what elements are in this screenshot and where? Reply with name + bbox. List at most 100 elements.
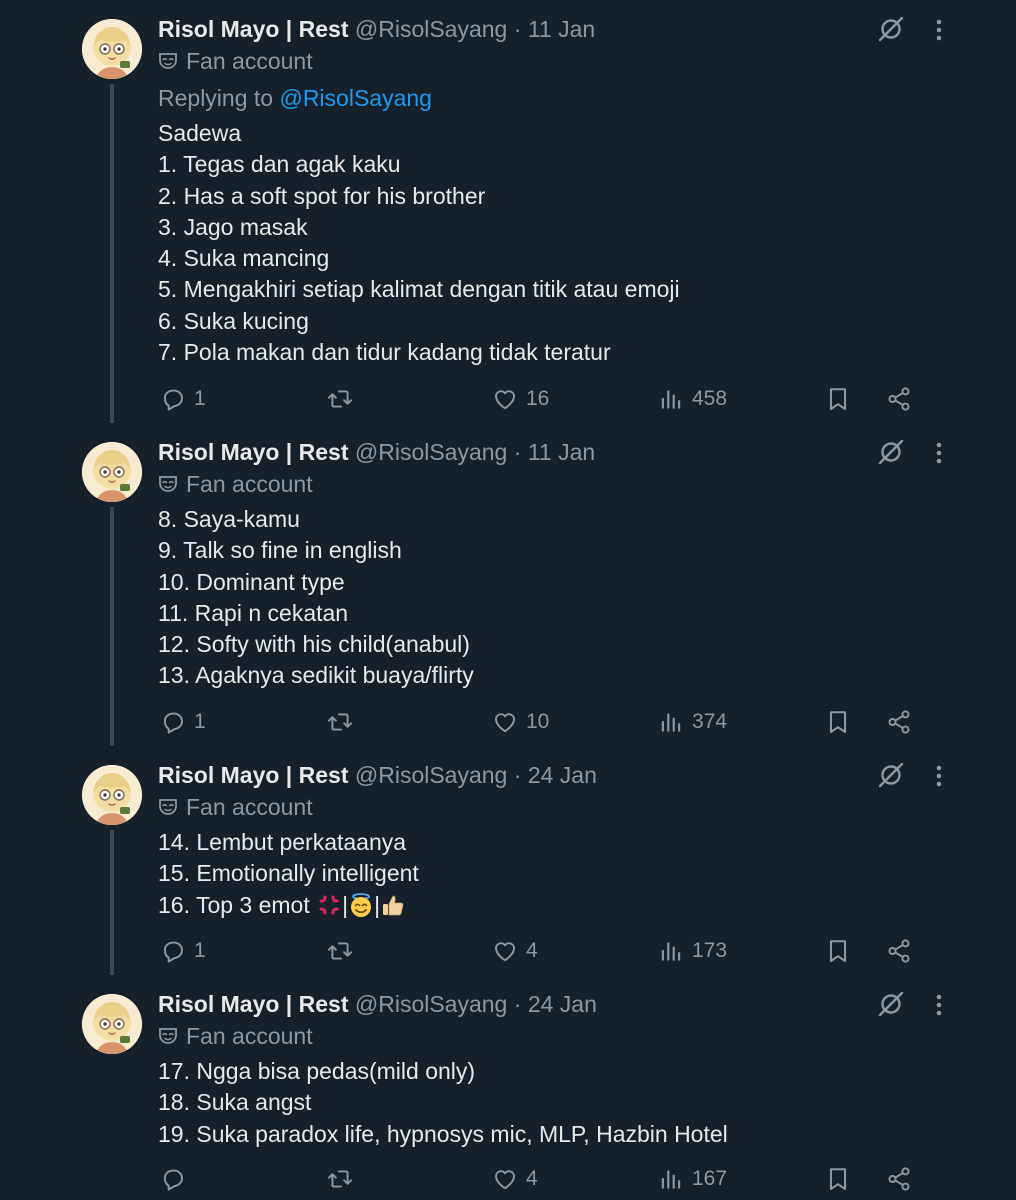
mask-icon	[158, 1022, 178, 1044]
more-icon[interactable]	[926, 763, 952, 789]
grok-icon[interactable]	[876, 437, 906, 467]
tweet-date[interactable]: 11 Jan	[528, 439, 595, 465]
retweet-button[interactable]	[327, 707, 361, 737]
tweet-header: Risol Mayo | Rest @RisolSayang · 24 Jan	[158, 760, 597, 790]
grok-icon[interactable]	[876, 989, 906, 1019]
like-button[interactable]: 4	[492, 1164, 538, 1194]
reply-button[interactable]	[160, 1164, 194, 1194]
more-icon[interactable]	[926, 440, 952, 466]
heart-icon	[492, 386, 518, 412]
like-button[interactable]: 16	[492, 384, 549, 414]
retweet-icon	[327, 1166, 353, 1192]
more-icon[interactable]	[926, 992, 952, 1018]
retweet-button[interactable]	[327, 1164, 361, 1194]
tweet-text-line: 1. Tegas dan agak kaku	[158, 151, 401, 178]
tweet-text-line: 19. Suka paradox life, hypnosys mic, MLP…	[158, 1120, 728, 1147]
bookmark-icon	[825, 1166, 851, 1192]
halo-face-emoji	[348, 892, 374, 918]
bookmark-icon	[825, 938, 851, 964]
handle[interactable]: @RisolSayang	[355, 991, 507, 1017]
separator-dot: ·	[513, 439, 522, 465]
tweet-date[interactable]: 11 Jan	[528, 16, 595, 42]
tweet[interactable]: Risol Mayo | Rest @RisolSayang · 24 Jan …	[0, 975, 1016, 1200]
reply-icon	[160, 1166, 186, 1192]
avatar[interactable]	[82, 19, 142, 79]
like-count: 4	[526, 1167, 538, 1190]
separator-dot: ·	[513, 16, 522, 42]
avatar[interactable]	[82, 765, 142, 825]
more-icon[interactable]	[926, 17, 952, 43]
grok-icon[interactable]	[876, 760, 906, 790]
avatar[interactable]	[82, 442, 142, 502]
views-count: 374	[692, 710, 728, 733]
reply-count: 1	[194, 710, 206, 733]
reply-button[interactable]: 1	[160, 936, 206, 966]
retweet-icon	[327, 386, 353, 412]
account-label: Fan account	[158, 792, 313, 822]
reply-button[interactable]: 1	[160, 707, 206, 737]
display-name[interactable]: Risol Mayo | Rest	[158, 762, 348, 788]
tweet-text-line: Sadewa	[158, 120, 242, 146]
share-button[interactable]	[886, 707, 912, 737]
views-button[interactable]: 458	[658, 384, 727, 414]
tweet-text-line: 4. Suka mancing	[158, 245, 330, 272]
thread: Risol Mayo | Rest @RisolSayang · 11 Jan …	[0, 0, 1016, 1200]
tweet[interactable]: Risol Mayo | Rest @RisolSayang · 11 Jan …	[0, 423, 1016, 746]
views-button[interactable]: 167	[658, 1164, 727, 1194]
bookmark-button[interactable]	[825, 936, 851, 966]
like-count: 4	[526, 939, 538, 962]
views-count: 167	[692, 1167, 728, 1190]
reply-count: 1	[194, 387, 206, 410]
tweet-text-line: 2. Has a soft spot for his brother	[158, 182, 486, 209]
tweet-text-line: 12. Softy with his child(anabul)	[158, 631, 470, 658]
bookmark-button[interactable]	[825, 384, 851, 414]
tweet-text: 17. Ngga bisa pedas(mild only) 18. Suka …	[158, 1056, 728, 1150]
action-bar: 1 4 173	[0, 936, 1016, 966]
like-button[interactable]: 10	[492, 707, 549, 737]
reply-button[interactable]: 1	[160, 384, 206, 414]
tweet-date[interactable]: 24 Jan	[528, 991, 597, 1017]
tweet-text-line: 18. Suka angst	[158, 1089, 312, 1116]
tweet-text-line: 5. Mengakhiri setiap kalimat dengan titi…	[158, 276, 680, 303]
share-button[interactable]	[886, 1164, 912, 1194]
reply-icon	[160, 938, 186, 964]
replying-to-mention[interactable]: @RisolSayang	[279, 85, 431, 111]
like-count: 16	[526, 387, 550, 410]
tweet-date[interactable]: 24 Jan	[528, 762, 597, 788]
action-bar: 1 10 374	[0, 707, 1016, 737]
display-name[interactable]: Risol Mayo | Rest	[158, 991, 348, 1017]
tweet[interactable]: Risol Mayo | Rest @RisolSayang · 24 Jan …	[0, 746, 1016, 975]
tweet-text: 14. Lembut perkataanya 15. Emotionally i…	[158, 827, 419, 921]
share-button[interactable]	[886, 384, 912, 414]
reply-icon	[160, 386, 186, 412]
retweet-button[interactable]	[327, 384, 361, 414]
views-button[interactable]: 173	[658, 936, 727, 966]
handle[interactable]: @RisolSayang	[355, 16, 507, 42]
tweet-header: Risol Mayo | Rest @RisolSayang · 24 Jan	[158, 989, 597, 1019]
tweet-text-line: 6. Suka kucing	[158, 307, 309, 334]
views-icon	[658, 709, 684, 735]
handle[interactable]: @RisolSayang	[355, 439, 507, 465]
tweet-text-line: 16. Top 3 emot | |	[158, 890, 419, 921]
display-name[interactable]: Risol Mayo | Rest	[158, 16, 348, 42]
handle[interactable]: @RisolSayang	[355, 762, 507, 788]
views-count: 173	[692, 939, 728, 962]
retweet-button[interactable]	[327, 936, 361, 966]
bookmark-button[interactable]	[825, 707, 851, 737]
share-icon	[886, 709, 912, 735]
avatar[interactable]	[82, 994, 142, 1054]
thread-line	[110, 84, 114, 423]
views-button[interactable]: 374	[658, 707, 727, 737]
tweet-text-line: 9. Talk so fine in english	[158, 537, 402, 564]
tweet-text-line: 14. Lembut perkataanya	[158, 829, 407, 855]
grok-icon[interactable]	[876, 14, 906, 44]
share-button[interactable]	[886, 936, 912, 966]
account-label-text: Fan account	[186, 48, 313, 74]
retweet-icon	[327, 938, 353, 964]
views-icon	[658, 1166, 684, 1192]
bookmark-button[interactable]	[825, 1164, 851, 1194]
like-button[interactable]: 4	[492, 936, 538, 966]
tweet-text-fragment: 16. Top 3 emot	[158, 891, 310, 918]
display-name[interactable]: Risol Mayo | Rest	[158, 439, 348, 465]
tweet[interactable]: Risol Mayo | Rest @RisolSayang · 11 Jan …	[0, 0, 1016, 423]
